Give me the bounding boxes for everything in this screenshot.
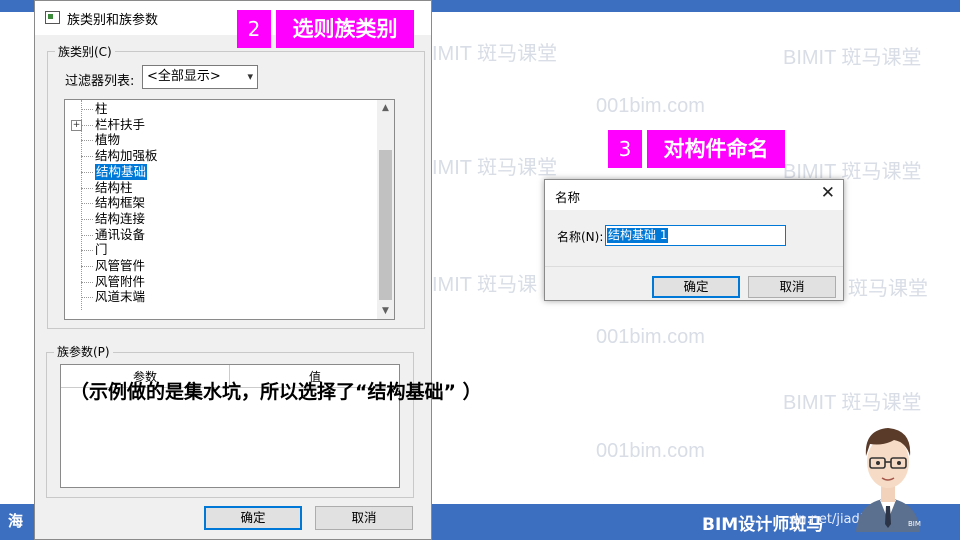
watermark-brand: BIMIT 斑马课堂 [783,47,922,69]
ok-button[interactable]: 确定 [204,506,302,530]
tree-item[interactable]: 植物 [95,132,120,148]
tree-connector [81,281,93,283]
tree-connector [81,203,93,205]
tree-item[interactable]: 结构加强板 [95,148,158,164]
watermark-site: 001bim.com [596,95,705,117]
app-icon [45,11,60,24]
tree-connector [81,109,93,110]
filter-dropdown[interactable]: <全部显示> ▾ [142,65,258,89]
tree-connector [81,297,93,299]
tree-guide-line [81,100,82,310]
tree-connector [81,187,93,189]
parameter-group-label: 族参数(P) [54,343,113,360]
cancel-button[interactable]: 取消 [315,506,413,530]
category-tree[interactable]: 柱栏杆扶手 + 植物 结构加强板 结构基础 结构柱 结构框架 结构连接 通讯设备门风管管件 风管附… [64,99,395,320]
tree-connector [81,140,93,142]
filter-value: <全部显示> [147,69,221,84]
scroll-down-icon[interactable]: ▼ [377,303,394,319]
name-dialog: 名称 ✕ 名称(N): 结构基础 1 确定 取消 [544,179,844,301]
step-3-number: 3 [608,130,642,168]
name-dialog-title: 名称 [555,190,581,205]
tree-item[interactable]: 结构连接 [95,211,145,227]
chevron-down-icon: ▾ [247,70,253,83]
footer-left-text: 海 [8,512,24,530]
tree-item[interactable]: 通讯设备 [95,227,145,243]
tree-item[interactable]: 风管附件 [95,274,145,290]
dialog-title: 族类别和族参数 [67,13,159,28]
tree-scrollbar[interactable]: ▲ ▼ [377,100,394,319]
watermark-site: 001bim.com [596,326,705,348]
tree-connector [81,218,93,220]
scrollbar-thumb[interactable] [379,150,392,300]
tree-connector [81,250,93,252]
avatar: BIM [856,428,921,532]
tree-item[interactable]: 风管管件 [95,258,145,274]
tree-connector [81,124,93,126]
tree-item[interactable]: 结构柱 [95,180,133,196]
name-cancel-button[interactable]: 取消 [748,276,836,298]
name-ok-button[interactable]: 确定 [652,276,740,298]
avatar-badge: BIM [908,520,921,528]
name-label: 名称(N): [557,230,604,244]
watermark-brand: BIMIT 斑马课堂 [783,392,922,414]
tree-item[interactable]: 结构框架 [95,195,145,211]
tree-connector [81,171,93,173]
close-icon[interactable]: ✕ [821,183,835,203]
divider [545,266,843,267]
category-group-label: 族类别(C) [55,43,115,60]
tree-item[interactable]: 柱 [95,101,108,117]
step-3-label: 对构件命名 [647,130,785,168]
name-dialog-titlebar: 名称 ✕ [545,180,843,210]
tree-item[interactable]: 风道末端 [95,289,145,305]
tree-item[interactable]: 门 [95,242,108,258]
tree-connector [81,234,93,236]
tree-connector [81,156,93,158]
scroll-up-icon[interactable]: ▲ [377,100,394,116]
watermark-brand: IMIT 斑马课堂 [432,157,558,179]
step-2-number: 2 [237,10,271,48]
watermark-brand: 斑马课堂 [848,278,928,300]
name-input[interactable]: 结构基础 1 [605,225,786,246]
tree-connector [81,266,93,267]
step-2-label: 选则族类别 [276,10,414,48]
expand-plus-icon[interactable]: + [71,119,82,131]
name-input-value: 结构基础 1 [607,228,669,243]
explanation-note: （示例做的是集水坑，所以选择了“结构基础” ） [70,381,482,403]
watermark-site: 001bim.com [596,440,705,462]
watermark-brand: IMIT 斑马课堂 [432,43,558,65]
tree-item[interactable]: 栏杆扶手 [95,117,145,133]
tree-item[interactable]: 结构基础 [95,163,148,180]
watermark-brand: IMIT 斑马课 [432,274,538,296]
filter-label: 过滤器列表: [65,74,135,89]
